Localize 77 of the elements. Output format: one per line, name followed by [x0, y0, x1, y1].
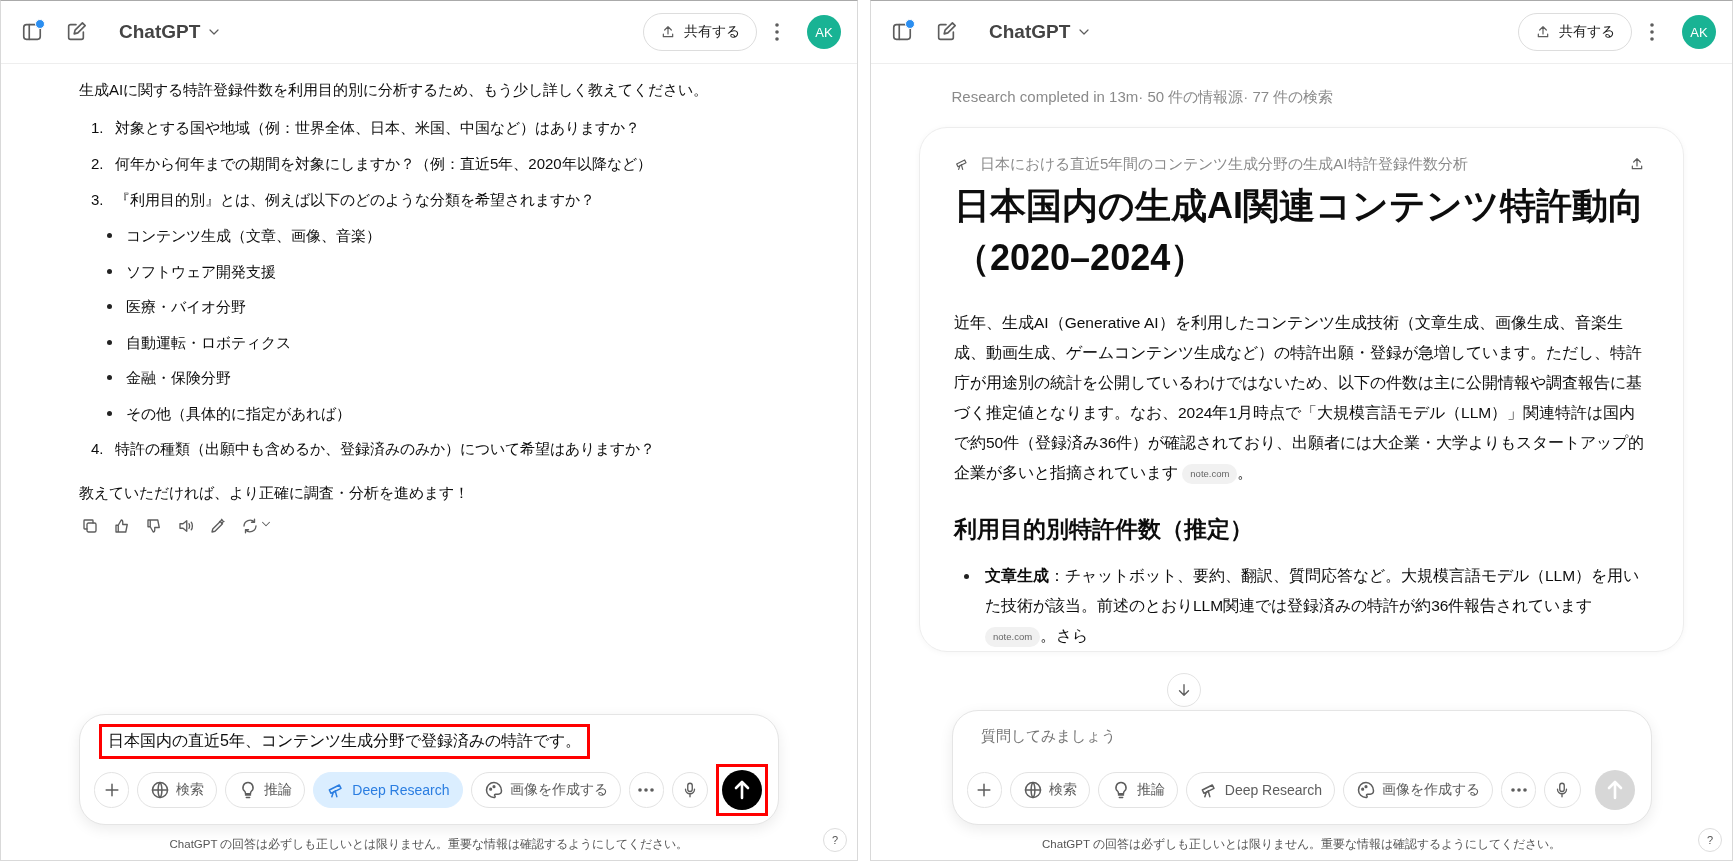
microphone-button[interactable] [1544, 772, 1581, 808]
question-text: 何年から何年までの期間を対象にしますか？（例：直近5年、2020年以降など） [115, 154, 652, 174]
more-icon [1510, 788, 1527, 792]
help-button[interactable]: ? [823, 828, 847, 852]
list-number: 3. [91, 190, 105, 210]
help-button[interactable]: ? [1698, 828, 1722, 852]
message-input[interactable]: 質問してみましょう [980, 727, 1637, 746]
tool-button[interactable]: 検索 [1009, 772, 1090, 808]
microphone-button[interactable] [671, 772, 708, 808]
tool-button[interactable]: 推論 [225, 772, 306, 808]
section-heading: 利用目的別特許件数（推定） [954, 515, 1254, 544]
disclaimer-text: ChatGPT の回答は必ずしも正しいとは限りません。重要な情報は確認するようにしてください。 [169, 837, 689, 853]
list-number: 4. [91, 439, 105, 459]
refresh-icon [241, 517, 259, 535]
thumbs-down-icon [145, 517, 163, 535]
upload-icon [1535, 24, 1551, 40]
pencil-sparkle-icon [209, 517, 227, 535]
option-text: 医療・バイオ分野 [126, 297, 246, 317]
question-text: 『利用目的別』とは、例えば以下のどのような分類を希望されますか？ [115, 190, 595, 210]
tool-button[interactable]: 画像を作成する [1343, 772, 1494, 808]
vertical-dots-icon [1650, 23, 1654, 41]
more-tools-button[interactable] [628, 772, 664, 808]
more-tools-button[interactable] [1501, 772, 1537, 808]
add-button[interactable] [94, 772, 130, 808]
sidebar-icon [891, 21, 913, 43]
question-text: 対象とする国や地域（例：世界全体、日本、米国、中国など）はありますか？ [115, 118, 640, 138]
option-text: コンテンツ生成（文章、画像、音楽） [126, 226, 381, 246]
vertical-dots-icon [775, 23, 779, 41]
bullet-icon [107, 304, 112, 310]
add-button[interactable] [966, 772, 1002, 808]
globe-icon [150, 780, 171, 800]
globe-icon [1022, 780, 1043, 800]
assistant-message: 教えていただければ、より正確に調査・分析を進めます！ [79, 483, 470, 503]
bullet-icon [107, 375, 112, 381]
list-number: 2. [91, 154, 105, 174]
disclaimer-text: ChatGPT の回答は必ずしも正しいとは限りません。重要な情報は確認するようにしてください。 [1042, 837, 1561, 853]
assistant-message: 生成AIに関する特許登録件数を利用目的別に分析するため、もう少し詳しく教えてください。 [79, 80, 710, 100]
message-input[interactable]: 日本国内の直近5年、コンテンツ生成分野で登録済みの特許です。 [102, 727, 587, 756]
send-button[interactable] [716, 764, 768, 816]
palette-icon [1356, 780, 1377, 800]
upload-icon [1629, 156, 1645, 172]
palette-icon [483, 780, 504, 800]
report-subtitle: 日本における直近5年間のコンテンツ生成分野の生成AI特許登録件数分析 [980, 154, 1468, 174]
tool-button[interactable]: 検索 [137, 772, 218, 808]
copy-icon [81, 517, 99, 535]
share-button[interactable]: 共有する [643, 13, 757, 51]
source-link[interactable]: note.com [1182, 463, 1238, 484]
tool-button[interactable]: Deep Research [1185, 772, 1336, 808]
report-paragraph: 近年、生成AI（Generative AI）を利用したコンテンツ生成技術（文章生成、画像生成、音楽生成、動画生成、ゲームコンテンツ生成など）の特許出願・登録が急増しています。ただし、特許庁が用途別の統計を公開しているわけではないため、以下の件数は主に公開情報や調査報告に基づく推定値となります。なお、2024年1月時点で「大規模言語モデル（LLM）」関連特許は国内で約50件（登録済み36件）が確認されており、出願者には大企業・大学よりもスタートアップ的企業が多いと指摘されています note.com 。 [954, 308, 1649, 488]
sidebar-icon [21, 21, 43, 43]
option-text: その他（具体的に指定があれば） [126, 403, 351, 424]
list-number: 1. [91, 118, 105, 138]
model-selector[interactable]: ChatGPT [113, 20, 229, 44]
bullet-icon [107, 268, 112, 274]
thumbs-up-icon [113, 517, 131, 535]
tool-button[interactable]: 推論 [1097, 772, 1178, 808]
bullet-icon [107, 233, 112, 239]
bullet-text: 文章生成：チャットボット、要約、翻訳、質問応答など。大規模言語モデル（LLM）を用いた技術が該当。前述のとおりLLM関連では登録済みの特許が約36件報告されています note.com 。さら [985, 561, 1649, 651]
question-text: 特許の種類（出願中も含めるか、登録済みのみか）について希望はありますか？ [115, 439, 655, 459]
scroll-down-button[interactable] [1167, 673, 1201, 707]
tool-button[interactable]: Deep Research [313, 772, 463, 808]
option-text: 金融・保険分野 [126, 368, 231, 388]
research-status: Research completed in 13m· 50 件の情報源· 77 件の検索 [951, 88, 1335, 107]
report-title: 日本国内の生成AI関連コンテンツ特許動向（2020–2024） [954, 184, 1645, 280]
source-link[interactable]: note.com [985, 626, 1041, 647]
speaker-icon [177, 517, 195, 535]
bullet-icon [964, 574, 969, 579]
telescope-icon [954, 156, 970, 172]
upload-icon [660, 24, 676, 40]
share-button[interactable]: 共有する [1518, 13, 1632, 51]
tool-button[interactable]: 画像を作成する [470, 772, 621, 808]
bullet-icon [107, 339, 112, 345]
option-text: 自動運転・ロボティクス [126, 332, 291, 353]
option-text: ソフトウェア開発支援 [126, 261, 276, 282]
model-selector[interactable]: ChatGPT [983, 20, 1099, 44]
bullet-icon [107, 410, 112, 416]
more-icon [638, 788, 655, 792]
